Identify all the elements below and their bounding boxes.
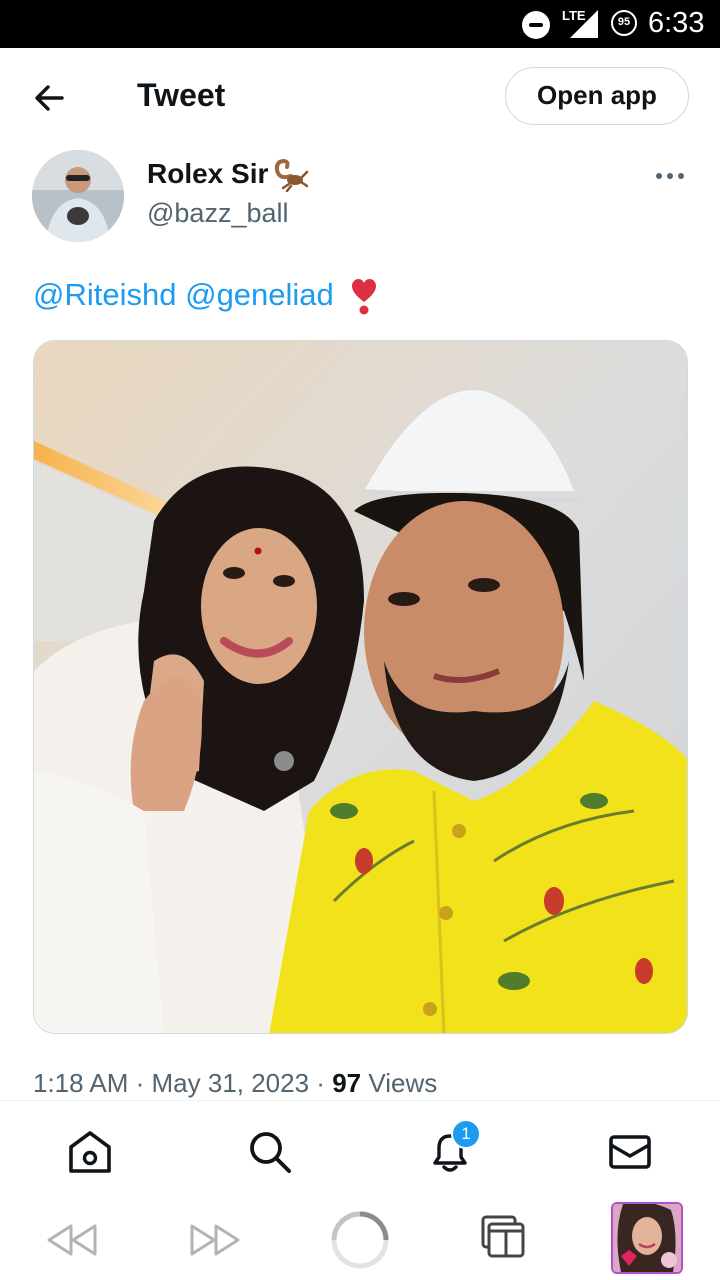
page-title: Tweet (137, 77, 226, 113)
do-not-disturb-icon (522, 11, 550, 39)
views-label: Views (368, 1068, 438, 1098)
rewind-icon[interactable] (45, 1222, 97, 1258)
tab-thumbnail[interactable] (611, 1202, 683, 1274)
tweet-photo[interactable] (33, 340, 688, 1034)
bottom-nav: 1 (0, 1100, 720, 1201)
author-handle: @bazz_ball (147, 198, 289, 228)
tweet-date: May 31, 2023 (151, 1068, 310, 1098)
views-count: 97 (332, 1068, 362, 1098)
home-icon[interactable] (67, 1129, 113, 1175)
tweet-text: @Riteishd @geneliad (33, 277, 378, 316)
avatar[interactable] (32, 150, 124, 242)
header: Tweet Open app (0, 48, 720, 144)
author-name[interactable]: Rolex Sir (147, 158, 268, 190)
open-app-button[interactable]: Open app (505, 67, 689, 125)
mention-link[interactable]: @Riteishd (33, 277, 176, 312)
heavy-heart-exclamation-icon (352, 278, 377, 315)
clock: 6:33 (648, 7, 705, 39)
fast-forward-icon[interactable] (190, 1222, 242, 1258)
search-icon[interactable] (247, 1129, 293, 1175)
mention-link[interactable]: @geneliad (185, 277, 334, 312)
back-arrow-icon[interactable] (30, 78, 70, 118)
tweet-meta: 1:18 AM · May 31, 2023 · 97 Views (33, 1068, 438, 1098)
network-type: LTE (562, 8, 586, 23)
status-bar: LTE 95 6:33 (0, 0, 720, 48)
notifications-badge: 1 (451, 1119, 481, 1149)
more-options-icon[interactable] (654, 166, 686, 186)
tabs-icon[interactable] (480, 1214, 526, 1260)
loading-spinner-icon[interactable] (329, 1209, 391, 1271)
mail-icon[interactable] (607, 1129, 653, 1175)
scorpion-icon (274, 158, 309, 192)
battery-icon: 95 (611, 10, 637, 36)
tweet-time: 1:18 AM (33, 1068, 129, 1098)
